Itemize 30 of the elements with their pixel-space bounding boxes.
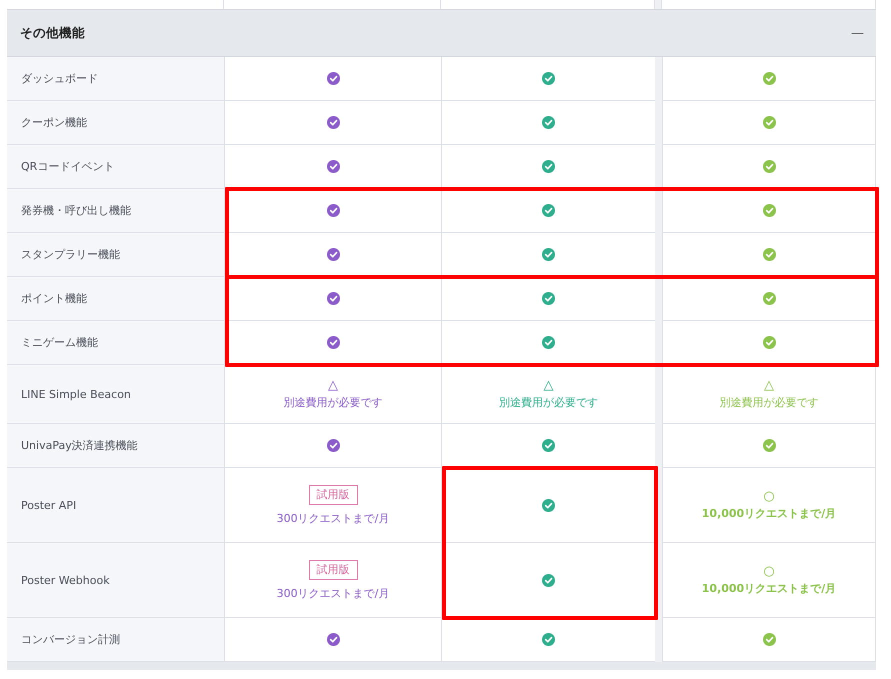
section-header[interactable]: その他機能 — (7, 9, 876, 57)
feature-label: コンバージョン計測 (21, 632, 120, 647)
feature-label: スタンプラリー機能 (21, 247, 120, 262)
trial-badge: 試用版 (308, 484, 358, 504)
availability-mark: ○ (763, 490, 775, 502)
feature-label: LINE Simple Beacon (21, 388, 131, 400)
feature-label: ミニゲーム機能 (21, 335, 98, 350)
column-spacer (655, 0, 662, 9)
availability-mark: △ (544, 378, 554, 392)
cell-note: 10,000リクエストまで/月 (702, 580, 836, 596)
availability-mark: ○ (763, 564, 775, 578)
availability-mark: △ (328, 378, 338, 392)
collapse-button[interactable]: — (851, 26, 864, 40)
cell-note: 別途費用が必要です (284, 394, 382, 410)
feature-label: クーポン機能 (21, 115, 87, 130)
feature-label: ポイント機能 (21, 291, 87, 306)
feature-label: Poster API (21, 498, 76, 512)
feature-label: UnivaPay決済連携機能 (21, 438, 138, 453)
cell-note: 300リクエストまで/月 (276, 510, 390, 526)
section-title: その他機能 (20, 24, 85, 42)
feature-label: 発券機・呼び出し機能 (21, 203, 131, 218)
cell-note: 10,000リクエストまで/月 (702, 506, 836, 520)
availability-mark: △ (764, 378, 774, 392)
feature-label: Poster Webhook (21, 574, 110, 586)
cell-note: 別途費用が必要です (720, 394, 818, 410)
feature-label: QRコードイベント (21, 159, 114, 174)
cell-note: 別途費用が必要です (499, 394, 598, 410)
trial-badge: 試用版 (308, 560, 358, 580)
cell-note: 300リクエストまで/月 (276, 586, 390, 600)
feature-label: ダッシュボード (21, 71, 98, 86)
